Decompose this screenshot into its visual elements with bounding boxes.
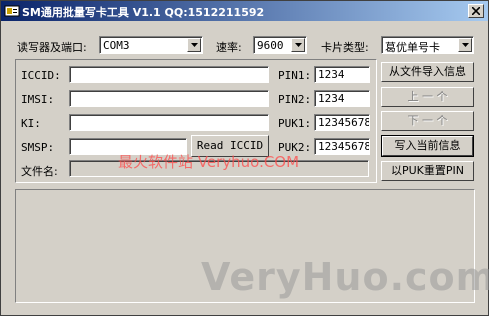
- filename-label: 文件名:: [21, 165, 58, 178]
- puk2-input[interactable]: 12345678: [314, 138, 370, 155]
- puk1-input[interactable]: 12345678: [314, 114, 370, 131]
- port-dropdown-arrow[interactable]: [187, 38, 201, 52]
- next-button[interactable]: 下 一 个: [381, 111, 474, 131]
- rate-select[interactable]: 9600: [253, 36, 307, 54]
- iccid-input[interactable]: [69, 66, 269, 83]
- app-icon: [4, 3, 20, 19]
- app-window: SM通用批量写卡工具 V1.1 QQ:1512211592 读写器及端口: CO…: [0, 0, 489, 316]
- dropdown-arrow-icon: [462, 43, 469, 47]
- close-button[interactable]: [468, 4, 484, 18]
- dropdown-arrow-icon: [191, 43, 198, 47]
- close-icon: [472, 7, 480, 15]
- rate-dropdown-arrow[interactable]: [291, 38, 305, 52]
- watermark-red: 最火软件站 Veryhuo.COM: [118, 153, 300, 171]
- reset-pin-with-puk-button[interactable]: 以PUK重置PIN: [381, 161, 474, 181]
- imsi-input[interactable]: [69, 90, 269, 107]
- port-select[interactable]: COM3: [99, 36, 203, 54]
- card-type-dropdown-arrow[interactable]: [458, 38, 472, 52]
- card-type-select[interactable]: 葛优单号卡: [381, 36, 474, 54]
- reader-port-label: 读写器及端口:: [17, 41, 87, 54]
- window-title: SM通用批量写卡工具 V1.1 QQ:1512211592: [22, 6, 265, 19]
- smsp-label: SMSP:: [21, 141, 55, 154]
- iccid-label: ICCID:: [21, 69, 61, 82]
- pin2-input[interactable]: 1234: [314, 90, 370, 107]
- ki-label: KI:: [21, 117, 41, 130]
- card-type-value: 葛优单号卡: [385, 41, 440, 54]
- import-from-file-button[interactable]: 从文件导入信息: [381, 62, 474, 82]
- imsi-label: IMSI:: [21, 93, 55, 106]
- write-current-button[interactable]: 写入当前信息: [381, 135, 474, 157]
- dropdown-arrow-icon: [295, 43, 302, 47]
- ki-input[interactable]: [69, 114, 269, 131]
- pin1-label: PIN1:: [278, 69, 312, 82]
- prev-button[interactable]: 上 一 个: [381, 87, 474, 107]
- puk1-label: PUK1:: [278, 117, 312, 130]
- rate-value: 9600: [257, 39, 284, 52]
- watermark-gray: VeryHuo.com: [201, 255, 489, 299]
- pin2-label: PIN2:: [278, 93, 312, 106]
- card-type-label: 卡片类型:: [321, 41, 369, 54]
- title-bar[interactable]: SM通用批量写卡工具 V1.1 QQ:1512211592: [1, 1, 488, 21]
- pin1-input[interactable]: 1234: [314, 66, 370, 83]
- rate-label: 速率:: [216, 41, 242, 54]
- port-value: COM3: [103, 39, 130, 52]
